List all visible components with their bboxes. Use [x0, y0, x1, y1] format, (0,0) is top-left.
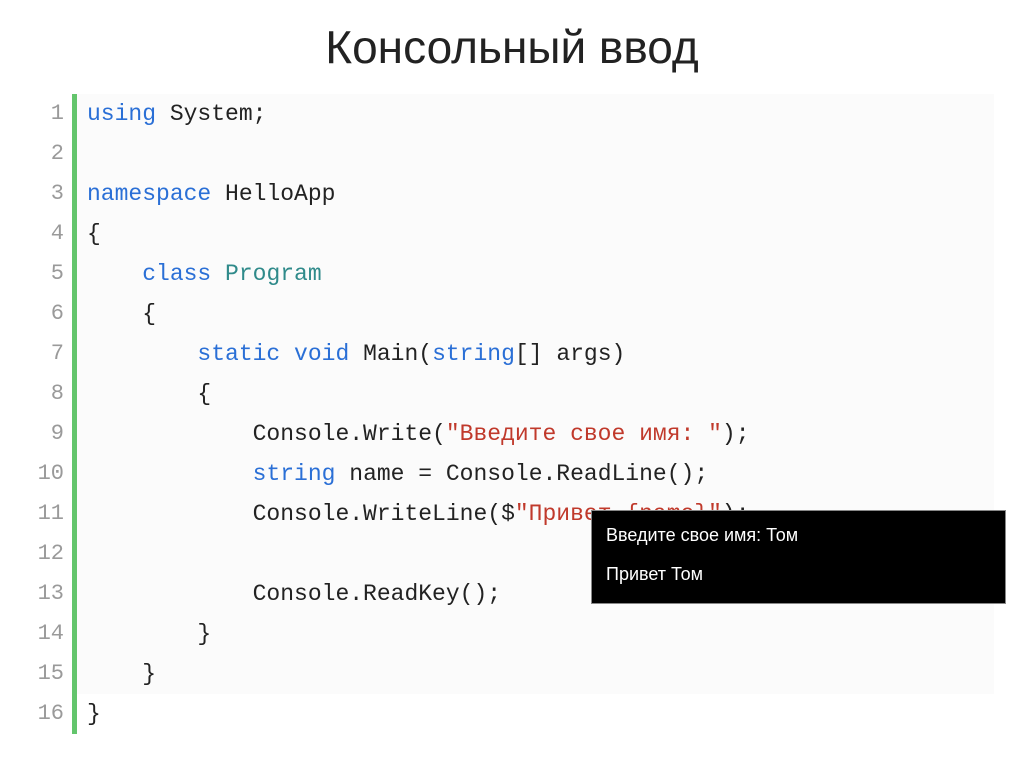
slide-title: Консольный ввод — [0, 0, 1024, 94]
code-text: Console.Write("Введите свое имя: "); — [77, 414, 994, 454]
line-number: 16 — [30, 694, 72, 734]
line-number: 2 — [30, 134, 72, 174]
line-number: 11 — [30, 494, 72, 534]
line-number: 7 — [30, 334, 72, 374]
line-number: 15 — [30, 654, 72, 694]
line-number: 9 — [30, 414, 72, 454]
line-number: 1 — [30, 94, 72, 134]
code-text — [77, 134, 994, 174]
console-output: Введите свое имя: Том Привет Том — [591, 510, 1006, 604]
code-line: 10 string name = Console.ReadLine(); — [30, 454, 994, 494]
code-text: using System; — [77, 94, 994, 134]
code-line: 16} — [30, 694, 994, 734]
code-text: } — [77, 654, 994, 694]
code-line: 3namespace HelloApp — [30, 174, 994, 214]
line-number: 4 — [30, 214, 72, 254]
code-line: 14 } — [30, 614, 994, 654]
code-text: string name = Console.ReadLine(); — [77, 454, 994, 494]
code-block: 1using System;23namespace HelloApp4{5 cl… — [30, 94, 994, 734]
code-text: } — [77, 614, 994, 654]
code-text: { — [77, 374, 994, 414]
code-line: 1using System; — [30, 94, 994, 134]
code-text: { — [77, 294, 994, 334]
line-number: 13 — [30, 574, 72, 614]
code-text: namespace HelloApp — [77, 174, 994, 214]
code-text: } — [77, 694, 994, 734]
line-number: 5 — [30, 254, 72, 294]
code-line: 4{ — [30, 214, 994, 254]
code-text: { — [77, 214, 994, 254]
line-number: 8 — [30, 374, 72, 414]
line-number: 3 — [30, 174, 72, 214]
code-line: 6 { — [30, 294, 994, 334]
code-line: 8 { — [30, 374, 994, 414]
console-line-2: Привет Том — [606, 564, 991, 585]
line-number: 10 — [30, 454, 72, 494]
code-text: class Program — [77, 254, 994, 294]
console-line-1: Введите свое имя: Том — [606, 525, 991, 546]
code-line: 5 class Program — [30, 254, 994, 294]
slide: Консольный ввод 1using System;23namespac… — [0, 0, 1024, 767]
line-number: 6 — [30, 294, 72, 334]
code-line: 15 } — [30, 654, 994, 694]
line-number: 12 — [30, 534, 72, 574]
code-line: 9 Console.Write("Введите свое имя: "); — [30, 414, 994, 454]
line-number: 14 — [30, 614, 72, 654]
code-text: static void Main(string[] args) — [77, 334, 994, 374]
code-line: 2 — [30, 134, 994, 174]
code-line: 7 static void Main(string[] args) — [30, 334, 994, 374]
